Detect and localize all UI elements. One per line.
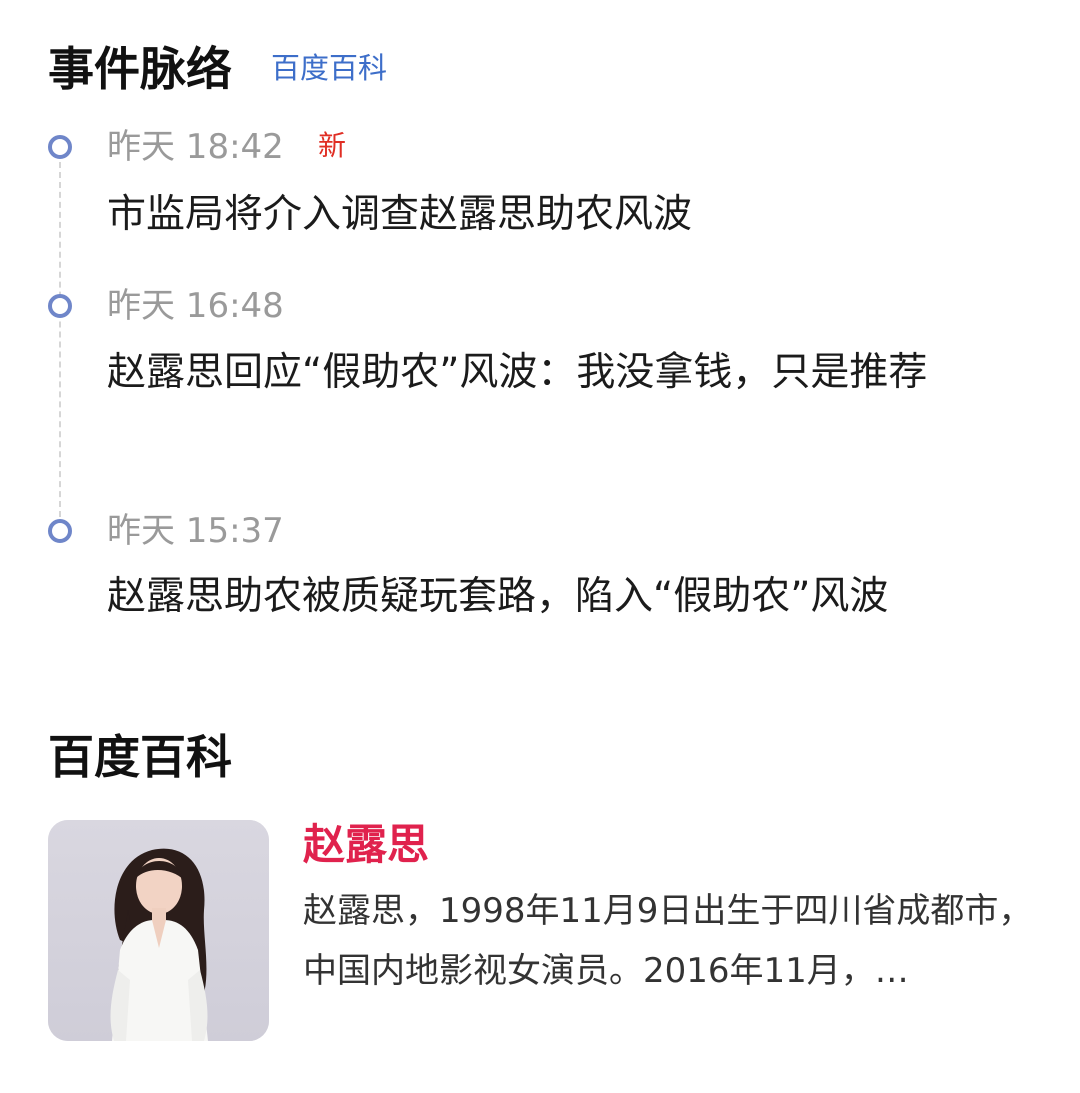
event-time: 昨天 16:48 (107, 286, 284, 326)
baike-source-link[interactable]: 百度百科 (271, 54, 387, 83)
entity-name[interactable]: 赵露思 (303, 821, 429, 868)
timeline-dot-icon (48, 294, 72, 318)
event-time: 昨天 18:42 (107, 127, 284, 167)
section-title-events: 事件脉络 (48, 42, 232, 96)
timeline-dot-icon (48, 519, 72, 543)
event-time: 昨天 15:37 (107, 511, 284, 551)
event-title[interactable]: 赵露思助农被质疑玩套路，陷入“假助农”风波 (107, 564, 1007, 630)
new-badge: 新 (318, 129, 347, 162)
profile-thumbnail[interactable] (48, 820, 269, 1041)
entity-description: 赵露思，1998年11月9日出生于四川省成都市，中国内地影视女演员。2016年1… (303, 891, 1033, 991)
timeline-line (59, 162, 61, 527)
timeline-dot-icon (48, 135, 72, 159)
event-title[interactable]: 市监局将介入调查赵露思助农风波 (107, 182, 1007, 248)
event-title[interactable]: 赵露思回应“假助农”风波：我没拿钱，只是推荐 (107, 340, 1007, 406)
section-title-baike: 百度百科 (48, 730, 232, 784)
